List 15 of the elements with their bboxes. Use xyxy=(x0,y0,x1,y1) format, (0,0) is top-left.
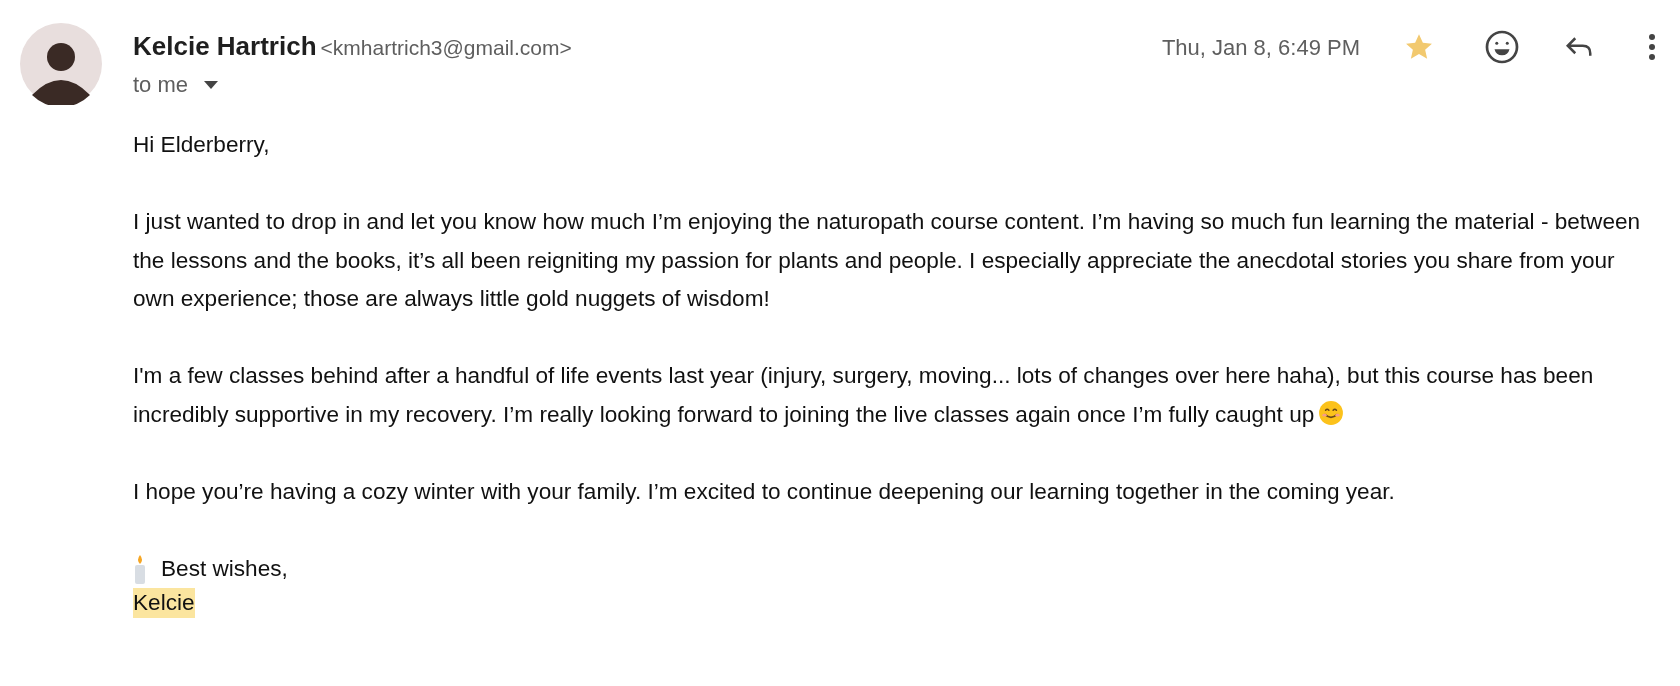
candle-icon xyxy=(133,553,147,584)
body-paragraph: I'm a few classes behind after a handful of life events last year (injury, surgery, moving... lots of changes over here haha), but this course has been incredibly supportive in my recovery. I’m really looking forward to joining the live classes again once I’m fully caught up xyxy=(133,362,1595,429)
smiling-face-icon xyxy=(1318,399,1345,426)
greeting: Hi Elderberry, xyxy=(133,131,271,159)
signature: Kelcie xyxy=(133,588,195,618)
sender-name: Kelcie Hartrich xyxy=(133,30,317,63)
sender-email: <kmhartrich3@gmail.com> xyxy=(320,35,572,61)
email-date: Thu, Jan 8, 6:49 PM xyxy=(1161,33,1360,62)
recipient-dropdown[interactable]: to me xyxy=(133,68,572,101)
body-paragraph: I just wanted to drop in and let you know how much I’m enjoying the naturopath course content. I’m having so much fun learning the material - between the lessons and the books, it’s all been reigniting my passion for plants and people. I especially appreciate the anecdotal stories you share from your own experience; those are always little gold nuggets of wisdom! xyxy=(133,208,1642,313)
body-paragraph: I hope you’re having a cozy winter with your family. I’m excited to continue deepening our learning together in the coming year. xyxy=(133,477,1396,506)
caret-icon xyxy=(204,80,219,89)
more-options-button[interactable] xyxy=(1648,33,1656,61)
closing: Best wishes, xyxy=(161,554,288,583)
emoji-reaction-button[interactable] xyxy=(1484,29,1520,65)
